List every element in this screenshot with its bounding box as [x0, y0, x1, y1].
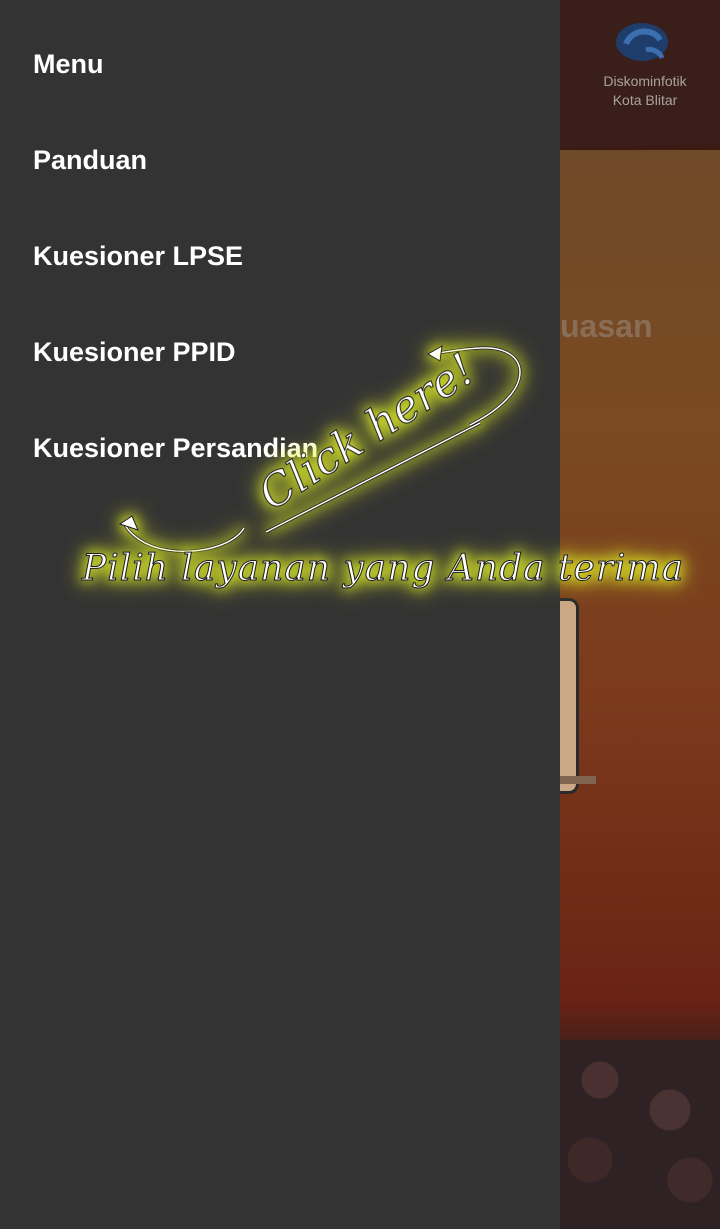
navigation-drawer: Menu Panduan Kuesioner LPSE Kuesioner PP… [0, 0, 560, 1229]
menu-item-panduan[interactable]: Panduan [33, 140, 147, 180]
menu-item-menu[interactable]: Menu [33, 44, 104, 84]
background-photo [560, 1040, 720, 1229]
brand-line-1: Diskominfotik [603, 73, 687, 89]
background-heading: uasan [560, 308, 653, 344]
menu-item-kuesioner-ppid[interactable]: Kuesioner PPID [33, 332, 236, 372]
brand-line-2: Kota Blitar [612, 92, 678, 108]
menu-item-kuesioner-lpse[interactable]: Kuesioner LPSE [33, 236, 243, 276]
diskominfotik-logo-icon [616, 23, 668, 61]
background-brand-text: Diskominfotik Kota Blitar [585, 72, 705, 110]
menu-item-kuesioner-persandian[interactable]: Kuesioner Persandian [33, 428, 318, 468]
